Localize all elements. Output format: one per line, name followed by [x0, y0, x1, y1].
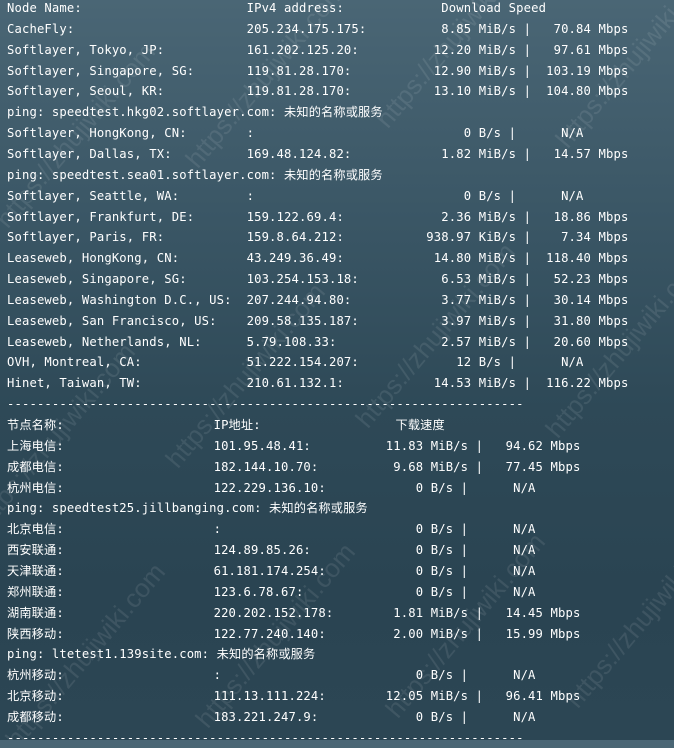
error-line: ping: speedtest.hkg02.softlayer.com: 未知的… — [7, 105, 383, 120]
table-row: CacheFly: 205.234.175.175: 8.85 MiB/s | … — [7, 21, 629, 36]
table-row: 陕西移动: 122.77.240.140: 2.00 MiB/s | 15.99… — [7, 626, 581, 641]
table-row: 成都电信: 182.144.10.70: 9.68 MiB/s | 77.45 … — [7, 459, 581, 474]
error-line: ping: speedtest25.jillbanging.com: 未知的名称… — [7, 501, 368, 516]
table-header-row: 节点名称: IP地址: 下载速度 — [7, 418, 445, 432]
table-row: Softlayer, Seoul, KR: 119.81.28.170: 13.… — [7, 84, 629, 99]
table-row: 上海电信: 101.95.48.41: 11.83 MiB/s | 94.62 … — [7, 438, 581, 453]
error-line: ping: speedtest.sea01.softlayer.com: 未知的… — [7, 167, 383, 182]
table-row: 天津联通: 61.181.174.254: 0 B/s | N/A — [7, 563, 536, 578]
table-row: Hinet, Taiwan, TW: 210.61.132.1: 14.53 M… — [7, 376, 629, 391]
separator-line: ----------------------------------------… — [7, 397, 524, 412]
table-row: Softlayer, Paris, FR: 159.8.64.212: 938.… — [7, 230, 629, 245]
table-row: 北京电信: : 0 B/s | N/A — [7, 522, 536, 537]
table-row: 北京移动: 111.13.111.224: 12.05 MiB/s | 96.4… — [7, 689, 581, 704]
table-header-row: Node Name: IPv4 address: Download Speed — [7, 1, 547, 15]
table-row: Leaseweb, San Francisco, US: 209.58.135.… — [7, 313, 629, 328]
table-row: 杭州电信: 122.229.136.10: 0 B/s | N/A — [7, 480, 536, 495]
table-row: Leaseweb, Singapore, SG: 103.254.153.18:… — [7, 272, 629, 287]
table-row: Leaseweb, Washington D.C., US: 207.244.9… — [7, 292, 629, 307]
table-row: 成都移动: 183.221.247.9: 0 B/s | N/A — [7, 709, 536, 724]
table-row: 西安联通: 124.89.85.26: 0 B/s | N/A — [7, 543, 536, 558]
table-row: Softlayer, Singapore, SG: 119.81.28.170:… — [7, 63, 629, 78]
table-row: 郑州联通: 123.6.78.67: 0 B/s | N/A — [7, 584, 536, 599]
terminal-output[interactable]: Node Name: IPv4 address: Download Speed C… — [0, 0, 674, 745]
table-row: Softlayer, Dallas, TX: 169.48.124.82: 1.… — [7, 146, 629, 161]
table-row: Softlayer, Tokyo, JP: 161.202.125.20: 12… — [7, 42, 629, 57]
table-row: Softlayer, Seattle, WA: : 0 B/s | N/A — [7, 188, 584, 203]
table-row: 杭州移动: : 0 B/s | N/A — [7, 668, 536, 683]
table-row: OVH, Montreal, CA: 51.222.154.207: 12 B/… — [7, 355, 584, 370]
table-row: Leaseweb, HongKong, CN: 43.249.36.49: 14… — [7, 251, 629, 266]
table-row: 湖南联通: 220.202.152.178: 1.81 MiB/s | 14.4… — [7, 605, 581, 620]
table-row: Softlayer, HongKong, CN: : 0 B/s | N/A — [7, 126, 584, 141]
table-row: Softlayer, Frankfurt, DE: 159.122.69.4: … — [7, 209, 629, 224]
table-row: Leaseweb, Netherlands, NL: 5.79.108.33: … — [7, 334, 629, 349]
separator-line: ----------------------------------------… — [7, 730, 524, 745]
error-line: ping: ltetest1.139site.com: 未知的名称或服务 — [7, 647, 316, 662]
